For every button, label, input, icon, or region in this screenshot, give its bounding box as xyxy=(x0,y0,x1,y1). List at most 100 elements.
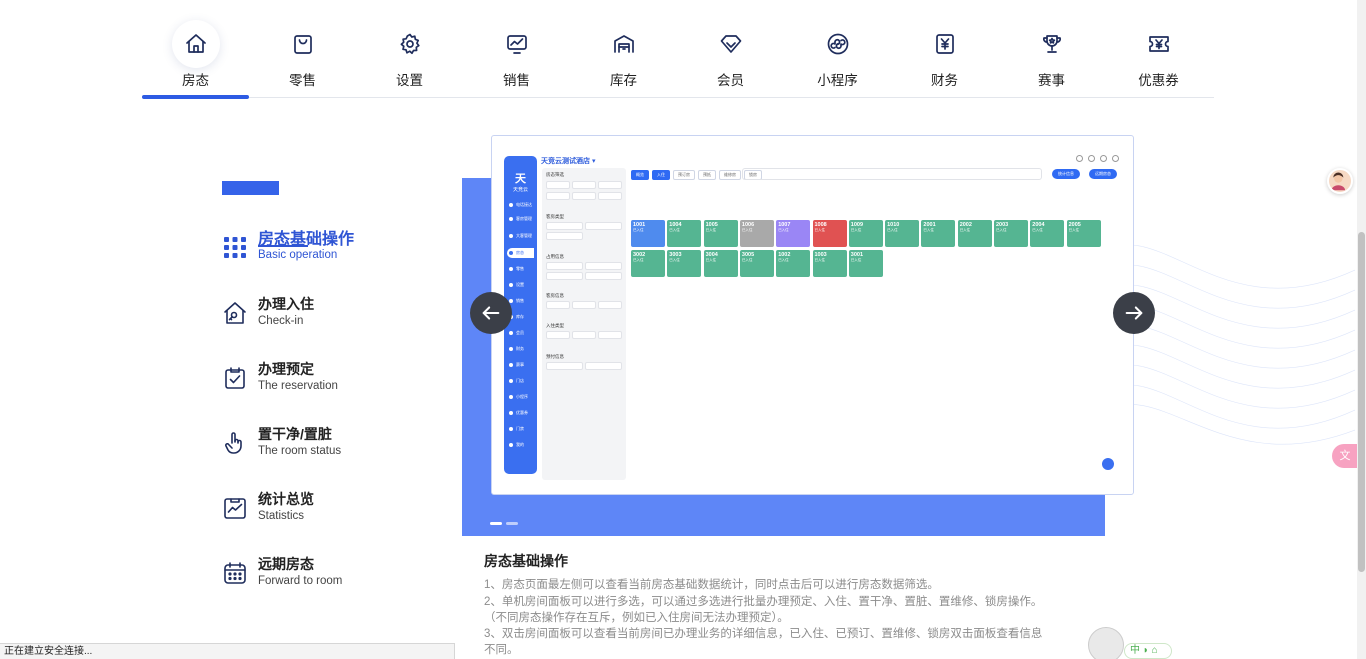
coupon-icon xyxy=(1135,20,1183,68)
preview-filter-row xyxy=(546,181,622,189)
next-slide-button[interactable] xyxy=(1113,292,1155,334)
room-status: 已入住 xyxy=(923,228,934,232)
preview-room-card: 1004 已入住 xyxy=(667,220,702,247)
preview-room-card: 2004 已入住 xyxy=(1030,220,1065,247)
arrow-left-icon xyxy=(482,306,500,320)
ime-indicator[interactable]: 中 ◗ ⌂ xyxy=(1124,643,1172,659)
nav-label: 财务 xyxy=(931,73,958,88)
preview-menu-item: 财务 xyxy=(507,344,534,354)
preview-menu-item: 会员 xyxy=(507,328,534,338)
finance-yen-icon xyxy=(921,20,969,68)
shopping-bag-icon xyxy=(279,20,327,68)
home-icon xyxy=(172,20,220,68)
feature-basic-operation[interactable]: 房态基础操作 Basic operation xyxy=(222,228,442,278)
preview-menu-item: 小程序 xyxy=(507,392,534,402)
preview-filter-panel: 房态筛选 客房类型 占用信息 客房信息 入住类型 预付信息 xyxy=(542,168,626,480)
carousel-dots xyxy=(490,512,522,530)
preview-menu-item: 优惠券 xyxy=(507,408,534,418)
nav-label: 销售 xyxy=(503,73,530,88)
nav-label: 零售 xyxy=(289,73,316,88)
preview-forward-button: 远期房态 xyxy=(1089,169,1117,179)
description-line: 3、双击房间面板可以查看当前房间已办理业务的详细信息，已入住、已预订、置维修、锁… xyxy=(484,628,1043,640)
room-status: 已入住 xyxy=(1032,228,1043,232)
nav-label: 优惠券 xyxy=(1138,73,1179,88)
trophy-icon xyxy=(1028,20,1076,68)
nav-item-fangtai[interactable]: 房态 xyxy=(142,0,249,99)
preview-filter-heading: 客房类型 xyxy=(546,214,564,219)
preview-room-card: 1008 已入住 xyxy=(812,220,847,247)
section-accent-bar xyxy=(222,181,279,195)
feature-forward-room[interactable]: 远期房态 Forward to room xyxy=(222,554,442,604)
room-status: 已入住 xyxy=(814,258,826,262)
nav-label: 设置 xyxy=(396,73,423,88)
room-status: 已入住 xyxy=(1068,228,1080,232)
feature-title: 远期房态 xyxy=(258,556,314,572)
description-line: 不同。 xyxy=(484,644,519,656)
preview-filter-row xyxy=(546,331,622,339)
translate-button[interactable]: 文 xyxy=(1332,444,1358,468)
room-status: 已入住 xyxy=(741,228,753,232)
grid-icon xyxy=(222,234,248,260)
nav-item-saishi[interactable]: 赛事 xyxy=(998,0,1105,98)
room-status: 已入住 xyxy=(778,228,789,232)
preview-room-card: 1005 已入住 xyxy=(703,220,738,247)
feature-reservation[interactable]: 办理预定 The reservation xyxy=(222,359,442,409)
room-status: 已入住 xyxy=(996,228,1007,232)
room-status: 已入住 xyxy=(669,258,680,262)
nav-label: 库存 xyxy=(610,73,637,88)
preview-filter-row xyxy=(546,232,622,240)
preview-room-card: 3004 已入住 xyxy=(703,250,738,277)
preview-filter-row xyxy=(546,272,622,280)
preview-toolbar-icons xyxy=(1076,155,1119,162)
preview-room-card: 2001 已入住 xyxy=(921,220,956,247)
nav-label: 小程序 xyxy=(817,73,858,88)
feature-subtitle: Basic operation xyxy=(258,249,338,261)
preview-tab: 预订房 xyxy=(673,170,695,180)
support-avatar[interactable] xyxy=(1327,168,1353,194)
preview-filter-row xyxy=(546,301,622,309)
preview-stats-button: 统计信息 xyxy=(1052,169,1080,179)
preview-menu-item: 电话接达 xyxy=(507,200,534,210)
nav-item-caiwu[interactable]: 财务 xyxy=(891,0,998,98)
preview-room-card: 1006 已入住 xyxy=(739,220,774,247)
preview-screenshot: 天 天竞云 电话接达 客房管理 大客管理 房态 零售 设置 销售 库存 会员 财… xyxy=(491,135,1134,495)
feature-check-in[interactable]: 办理入住 Check-in xyxy=(222,294,442,344)
clipboard-check-icon xyxy=(222,365,248,391)
feature-subtitle: The reservation xyxy=(258,380,338,392)
description-line: 2、单机房间面板可以进行多选，可以通过多选进行批量办理预定、入住、置干净、置脏、… xyxy=(484,596,1043,608)
hand-pointer-icon xyxy=(222,430,248,456)
feature-room-status[interactable]: 置干净/置脏 The room status xyxy=(222,424,442,474)
prev-slide-button[interactable] xyxy=(470,292,512,334)
nav-label: 会员 xyxy=(717,73,744,88)
room-status: 已入住 xyxy=(814,228,826,232)
nav-item-shezhi[interactable]: 设置 xyxy=(356,0,463,98)
page: 房态 零售 设置 销售 库存 会员 小程序 财务 赛事 优惠券 房态基础操作 B… xyxy=(0,0,1366,659)
nav-label: 赛事 xyxy=(1038,73,1065,88)
nav-item-xiaoshou[interactable]: 销售 xyxy=(463,0,570,98)
person-avatar-icon xyxy=(1331,172,1346,191)
feature-title: 办理入住 xyxy=(258,296,314,312)
mascot-widget[interactable] xyxy=(1088,627,1124,659)
preview-menu-item: 零售 xyxy=(507,264,534,274)
nav-item-xiaochengxu[interactable]: 小程序 xyxy=(784,0,891,98)
carousel-dot[interactable] xyxy=(506,522,518,525)
preview-help-icon xyxy=(1102,458,1114,470)
nav-item-huiyuan[interactable]: 会员 xyxy=(677,0,784,98)
preview-logo-text: 天竞云 xyxy=(512,187,528,193)
feature-statistics[interactable]: 统计总览 Statistics xyxy=(222,489,442,539)
preview-menu-item: 房态 xyxy=(507,248,534,258)
carousel-dot[interactable] xyxy=(490,522,502,525)
preview-room-card: 3001 已入住 xyxy=(848,250,883,277)
preview-room-card: 1010 已入住 xyxy=(885,220,920,247)
nav-item-lingshou[interactable]: 零售 xyxy=(249,0,356,98)
warehouse-icon xyxy=(600,20,648,68)
arrow-right-icon xyxy=(1125,306,1143,320)
preview-room-card: 3005 已入住 xyxy=(739,250,774,277)
preview-tab: 预抵 xyxy=(698,170,716,180)
feature-underline xyxy=(258,245,308,247)
preview-room-card: 1002 已入住 xyxy=(776,250,811,277)
nav-item-youhuiquan[interactable]: 优惠券 xyxy=(1105,0,1212,98)
stats-chart-icon xyxy=(222,495,248,521)
nav-item-kucun[interactable]: 库存 xyxy=(570,0,677,98)
scrollbar-thumb[interactable] xyxy=(1358,232,1365,572)
